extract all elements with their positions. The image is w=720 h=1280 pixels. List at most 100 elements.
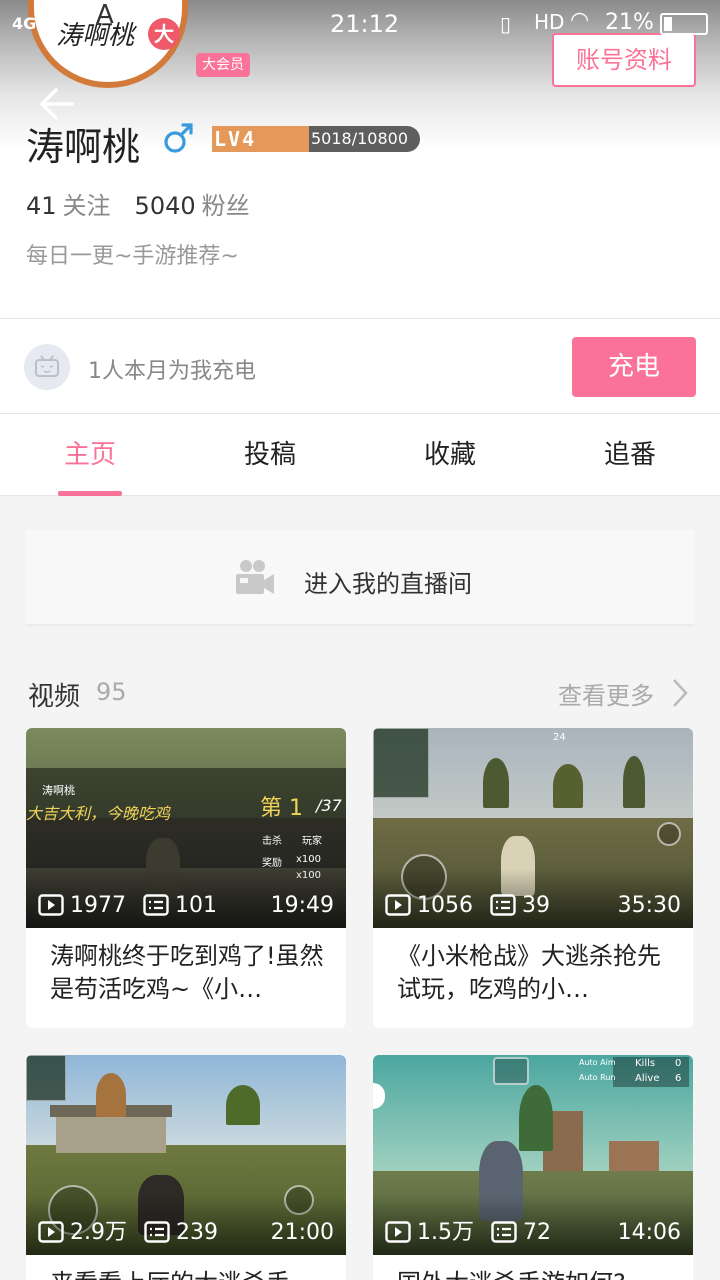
thumb-players: 玩家 <box>302 836 322 847</box>
thumb-tree <box>623 756 645 808</box>
tab-bangumi[interactable]: 追番 <box>540 414 720 496</box>
wifi-icon: ◠ <box>570 8 590 33</box>
danmaku-count-icon <box>491 1221 517 1243</box>
play-count-icon <box>385 1221 411 1243</box>
thumb-house <box>56 1113 166 1153</box>
thumb-alive-label: Alive <box>635 1073 660 1084</box>
video-card-2[interactable]: 24 1056 39 35:30 《小米枪战》大逃杀抢先试玩，吃鸡的小… <box>373 728 693 1028</box>
see-more-link[interactable]: 查看更多 <box>558 676 654 711</box>
thumb-hud-button <box>493 1057 529 1085</box>
video-title[interactable]: 国外大逃杀手游如何?… <box>397 1267 677 1280</box>
video-thumbnail-3: 2.9万 239 21:00 <box>26 1055 346 1255</box>
thumb-alive-value: 6 <box>675 1073 682 1084</box>
videos-title: 视频 <box>28 682 81 712</box>
fans-label[interactable]: 粉丝 <box>202 192 250 220</box>
danmaku-count-icon <box>490 894 516 916</box>
thumb-rank: 第 1 <box>260 796 303 821</box>
tab-home[interactable]: 主页 <box>0 414 180 496</box>
charge-row: 1人本月为我充电 充电 <box>0 318 720 414</box>
danmaku-count: 72 <box>523 1220 551 1245</box>
thumb-alive: 24 <box>553 732 566 743</box>
signal-icon <box>44 14 64 32</box>
video-title[interactable]: 来看看上厅的大逃杀手… <box>50 1267 330 1280</box>
video-duration: 21:00 <box>270 1220 334 1245</box>
video-stats-3: 2.9万 239 <box>38 1219 228 1247</box>
danmaku-count: 39 <box>522 893 550 918</box>
male-gender-icon <box>164 123 193 153</box>
video-stats-1: 1977 101 <box>38 892 227 920</box>
vip-badge: 大会员 <box>196 53 250 77</box>
level-tag: LV4 <box>214 127 257 151</box>
thumb-minimap <box>26 1055 66 1101</box>
user-signature: 每日一更~手游推荐~ <box>26 244 239 269</box>
video-card-4[interactable]: Kills 0 Alive 6 Auto Aim Auto Run 1.5万 7… <box>373 1055 693 1280</box>
level-progress: LV4 5018/10800 <box>212 126 420 152</box>
fans-count[interactable]: 5040 <box>135 192 196 220</box>
video-stats-4: 1.5万 72 <box>385 1219 561 1247</box>
video-thumbnail-2: 24 1056 39 35:30 <box>373 728 693 928</box>
camera-icon <box>236 560 274 594</box>
thumb-auto-aim: Auto Aim <box>579 1058 616 1067</box>
thumb-tree <box>96 1073 126 1117</box>
tab-favorites[interactable]: 收藏 <box>360 414 540 496</box>
thumb-tree <box>226 1085 260 1125</box>
thumb-x1: x100 <box>296 854 322 865</box>
thumb-hud-button <box>657 822 681 846</box>
thumb-auto-run: Auto Run <box>579 1073 616 1082</box>
play-count: 1977 <box>70 893 126 918</box>
video-thumbnail-4: Kills 0 Alive 6 Auto Aim Auto Run 1.5万 7… <box>373 1055 693 1255</box>
live-room-entry[interactable]: 进入我的直播间 <box>26 530 694 626</box>
videos-count: 95 <box>96 678 127 706</box>
danmaku-count: 239 <box>176 1220 218 1245</box>
play-count: 2.9万 <box>70 1220 127 1245</box>
tab-posts[interactable]: 投稿 <box>180 414 360 496</box>
play-count: 1.5万 <box>417 1220 474 1245</box>
videos-section-header: 视频 95 查看更多 <box>28 674 692 712</box>
thumb-tree <box>483 758 509 808</box>
video-duration: 14:06 <box>617 1220 681 1245</box>
danmaku-count-icon <box>143 894 169 916</box>
network-type: 4G <box>12 14 37 33</box>
thumb-rank-total: /37 <box>316 796 342 815</box>
charger-avatar <box>24 344 70 390</box>
video-title[interactable]: 《小米枪战》大逃杀抢先试玩，吃鸡的小… <box>397 940 677 1006</box>
danmaku-count: 101 <box>175 893 217 918</box>
video-stats-2: 1056 39 <box>385 892 560 920</box>
video-card-1[interactable]: 涛啊桃 大吉大利，今晚吃鸡 第 1 /37 击杀 玩家 奖励 x100 x100… <box>26 728 346 1028</box>
follow-stats: 41 关注 5040 粉丝 <box>26 186 250 221</box>
danmaku-count-icon <box>144 1221 170 1243</box>
play-count-icon <box>38 1221 64 1243</box>
thumb-minimap <box>373 728 429 798</box>
clock: 21:12 <box>330 10 400 38</box>
battery-percent: 21% <box>605 10 654 35</box>
video-duration: 35:30 <box>617 893 681 918</box>
profile-tabs: 主页 投稿 收藏 追番 <box>0 414 720 496</box>
thumb-kills-label: Kills <box>635 1058 656 1069</box>
level-exp-text: 5018/10800 <box>310 129 408 148</box>
profile-header: A 涛啊桃 大 大会员 账号资料 涛啊桃 LV4 5018/10800 41 关注… <box>0 0 720 318</box>
hd-indicator: HD <box>534 10 565 34</box>
play-count-icon <box>385 894 411 916</box>
following-count[interactable]: 41 <box>26 192 57 220</box>
following-label[interactable]: 关注 <box>63 192 111 220</box>
thumb-tree <box>553 764 583 808</box>
status-bar: 4G 21:12 ▯ HD ◠ 21% <box>0 0 720 50</box>
charge-text: 1人本月为我充电 <box>88 359 256 384</box>
thumb-slogan: 大吉大利，今晚吃鸡 <box>26 804 171 823</box>
thumb-kills: 击杀 <box>262 836 282 847</box>
play-count-icon <box>38 894 64 916</box>
video-title[interactable]: 涛啊桃终于吃到鸡了!虽然是苟活吃鸡~《小… <box>50 940 330 1006</box>
thumb-channel: 涛啊桃 <box>42 784 75 797</box>
vibrate-icon: ▯ <box>500 12 512 36</box>
chevron-right-icon[interactable] <box>668 676 692 710</box>
thumb-building <box>609 1141 659 1171</box>
thumb-tree <box>519 1085 553 1151</box>
username: 涛啊桃 <box>26 125 141 169</box>
video-card-3[interactable]: 2.9万 239 21:00 来看看上厅的大逃杀手… <box>26 1055 346 1280</box>
charge-button[interactable]: 充电 <box>572 337 696 397</box>
play-count: 1056 <box>417 893 473 918</box>
live-room-label: 进入我的直播间 <box>304 570 472 598</box>
thumb-reward: 奖励 <box>262 858 282 869</box>
battery-icon <box>660 13 708 35</box>
video-duration: 19:49 <box>270 893 334 918</box>
